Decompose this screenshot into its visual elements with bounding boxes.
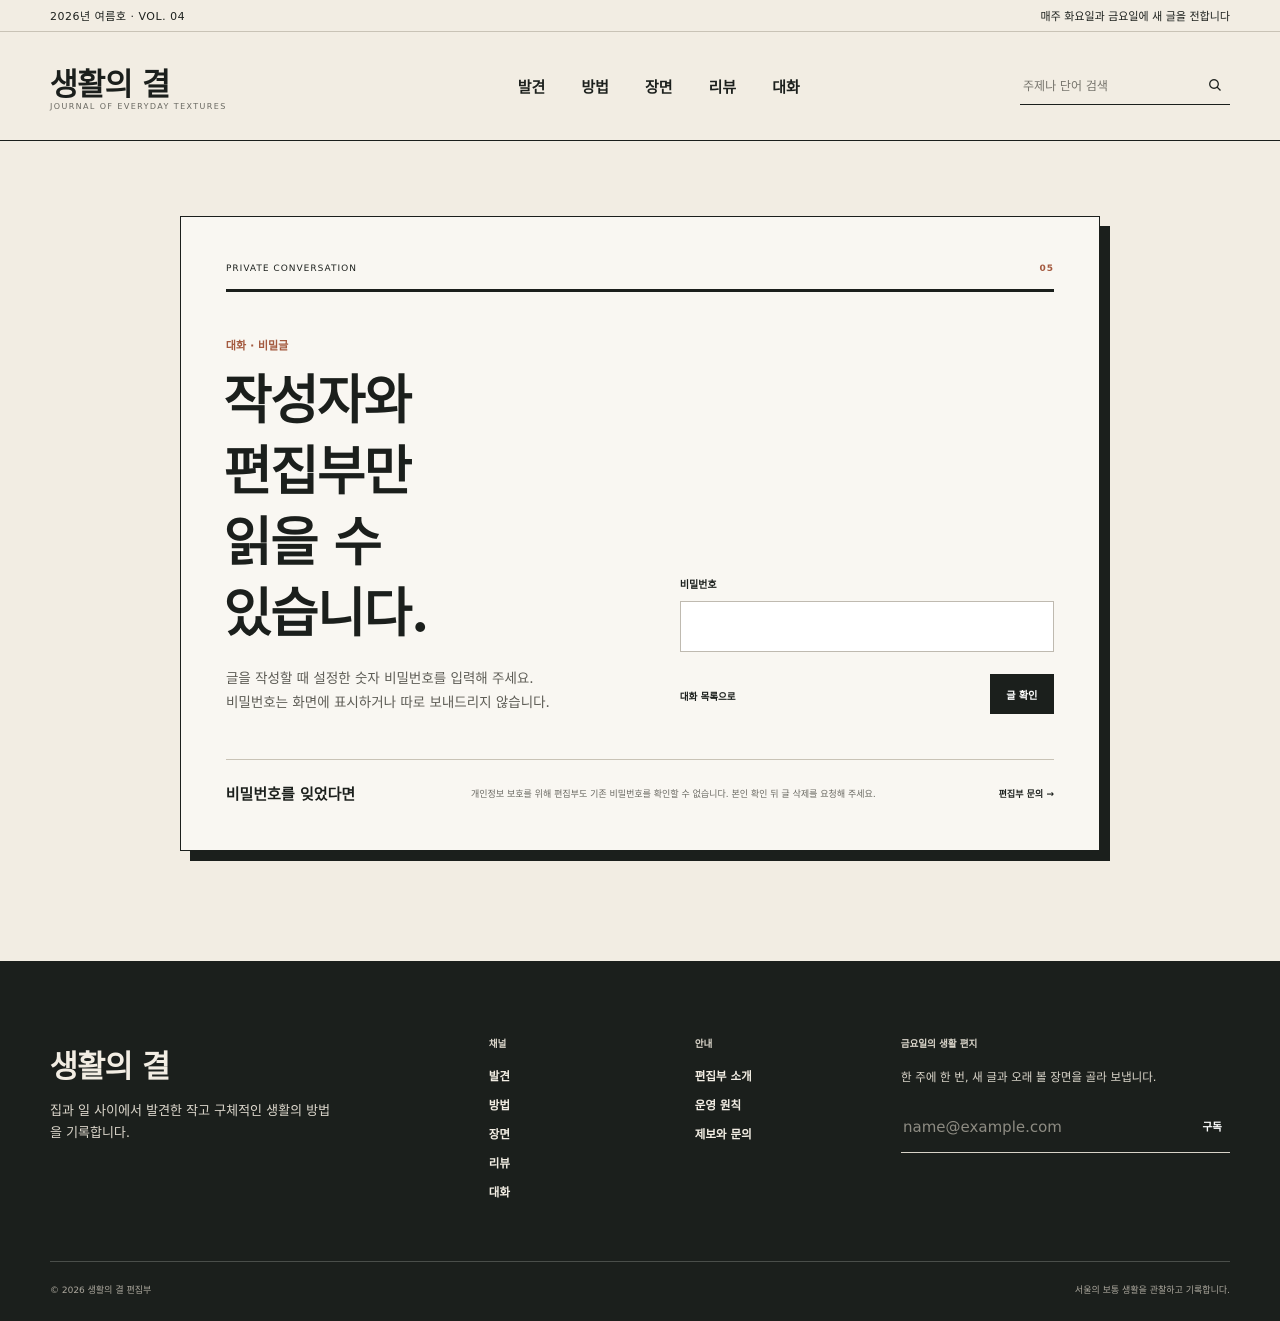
nav-item-scene[interactable]: 장면 [645, 76, 673, 97]
footer-link-contact[interactable]: 제보와 문의 [695, 1126, 752, 1142]
password-label: 비밀번호 [680, 580, 717, 591]
footer-tagline: 집과 일 사이에서 발견한 작고 구체적인 생활의 방법을 기록합니다. [50, 1104, 331, 1141]
footer-link-scene[interactable]: 장면 [489, 1126, 510, 1142]
footer-link-principles[interactable]: 운영 원칙 [695, 1097, 752, 1113]
newsletter-form: 구독 [901, 1111, 1230, 1153]
publishing-notice: 매주 화요일과 금요일에 새 글을 전합니다 [1040, 10, 1230, 23]
post-category: 대화 · 비밀글 [226, 339, 289, 352]
site-logo[interactable]: 생활의 결 [50, 59, 171, 104]
divider-thin [226, 759, 1054, 760]
instruction-text: 글을 작성할 때 설정한 숫자 비밀번호를 입력해 주세요. 비밀번호는 화면에… [226, 667, 646, 715]
nav-item-review[interactable]: 리뷰 [709, 76, 737, 97]
title-line: 있습니다. [224, 582, 430, 644]
subscribe-button[interactable]: 구독 [1203, 1119, 1222, 1134]
search-icon[interactable] [1208, 78, 1222, 92]
copyright: © 2026 생활의 결 편집부 [50, 1286, 152, 1296]
page-title: 작성자와 편집부만 읽을 수 있습니다. [224, 365, 644, 649]
submit-button[interactable]: 글 확인 [990, 674, 1054, 714]
site-header: 생활의 결 JOURNAL OF EVERYDAY TEXTURES 발견 방법… [0, 32, 1280, 141]
main-nav: 발견 방법 장면 리뷰 대화 [518, 76, 836, 97]
search-input[interactable] [1023, 76, 1198, 96]
newsletter-desc: 한 주에 한 번, 새 글과 오래 볼 장면을 골라 보냅니다. [901, 1070, 1157, 1084]
forgot-password-title: 비밀번호를 잊었다면 [226, 785, 356, 803]
footer-motto: 서울의 보통 생활을 관찰하고 기록합니다. [1074, 1286, 1230, 1296]
nav-item-discover[interactable]: 발견 [518, 76, 546, 97]
site-logo-subtitle: JOURNAL OF EVERYDAY TEXTURES [50, 102, 227, 111]
section-number: 05 [1039, 264, 1054, 274]
footer-logo[interactable]: 생활의 결 [50, 1041, 171, 1086]
forgot-password-desc: 개인정보 보호를 위해 편집부도 기존 비밀번호를 확인할 수 없습니다. 본인… [471, 790, 876, 800]
issue-label: 2026년 여름호 · VOL. 04 [50, 10, 186, 23]
nav-item-conversation[interactable]: 대화 [772, 76, 800, 97]
site-footer: 생활의 결 집과 일 사이에서 발견한 작고 구체적인 생활의 방법을 기록합니… [0, 961, 1280, 1321]
search-box [1020, 70, 1230, 105]
contact-editor-link[interactable]: 편집부 문의 → [999, 787, 1054, 800]
back-to-list-link[interactable]: 대화 목록으로 [680, 689, 736, 703]
instruction-line: 글을 작성할 때 설정한 숫자 비밀번호를 입력해 주세요. [226, 671, 534, 687]
footer-link-review[interactable]: 리뷰 [489, 1155, 510, 1171]
footer-channel-heading: 채널 [489, 1039, 507, 1050]
footer-link-method[interactable]: 방법 [489, 1097, 510, 1113]
title-line: 작성자와 [224, 369, 413, 431]
footer-channel-column: 채널 발견 방법 장면 리뷰 대화 [489, 1036, 510, 1213]
title-line: 편집부만 [224, 440, 413, 502]
instruction-line: 비밀번호는 화면에 표시하거나 따로 보내드리지 않습니다. [226, 695, 550, 711]
top-bar: 2026년 여름호 · VOL. 04 매주 화요일과 금요일에 새 글을 전합… [0, 0, 1280, 32]
footer-divider [50, 1261, 1230, 1262]
footer-link-about[interactable]: 편집부 소개 [695, 1068, 752, 1084]
password-input[interactable] [680, 601, 1054, 652]
password-card: PRIVATE CONVERSATION 05 대화 · 비밀글 작성자와 편집… [180, 216, 1100, 851]
title-line: 읽을 수 [224, 511, 383, 573]
divider-thick [226, 289, 1054, 292]
footer-link-discover[interactable]: 발견 [489, 1068, 510, 1084]
footer-link-conversation[interactable]: 대화 [489, 1184, 510, 1200]
section-kicker: PRIVATE CONVERSATION [226, 264, 357, 274]
newsletter-heading: 금요일의 생활 편지 [901, 1039, 978, 1050]
newsletter-email-input[interactable] [903, 1115, 1173, 1139]
footer-guide-heading: 안내 [695, 1039, 713, 1050]
footer-guide-column: 안내 편집부 소개 운영 원칙 제보와 문의 [695, 1036, 752, 1155]
nav-item-method[interactable]: 방법 [582, 76, 610, 97]
